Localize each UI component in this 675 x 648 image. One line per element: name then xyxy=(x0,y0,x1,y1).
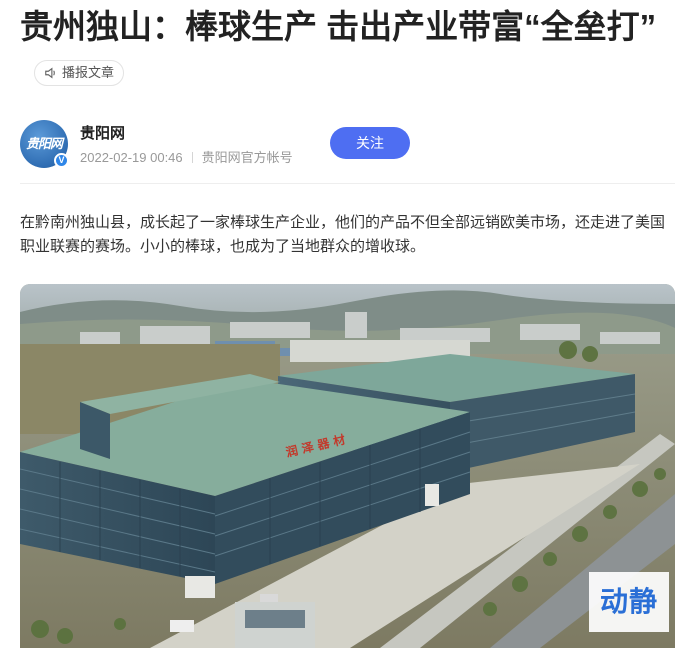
author-row: 贵阳网 V 贵阳网 2022-02-19 00:46 贵阳网官方帐号 关注 xyxy=(20,120,660,170)
post-date: 2022-02-19 00:46 xyxy=(80,150,183,165)
article-title-text: 贵州独山：棒球生产 击出产业带富“全垒打” xyxy=(20,8,657,45)
post-meta: 2022-02-19 00:46 贵阳网官方帐号 xyxy=(80,147,293,166)
verified-badge-icon: V xyxy=(54,153,69,168)
listen-article-label: 播报文章 xyxy=(62,65,115,80)
header-divider xyxy=(20,183,675,184)
meta-divider xyxy=(191,152,193,163)
speaker-icon xyxy=(45,67,55,79)
follow-button[interactable]: 关注 xyxy=(330,127,410,159)
factory-aerial-photo: 润 泽 器 材 xyxy=(20,284,675,648)
listen-article-button[interactable]: 播报文章 xyxy=(34,60,125,86)
watermark-logo: 动静 xyxy=(589,572,669,632)
article-title: 贵州独山：棒球生产 击出产业带富“全垒打” 播报文章 xyxy=(20,2,675,102)
article-photo[interactable]: 润 泽 器 材 动静 xyxy=(20,284,675,648)
avatar-logo-text: 贵阳网 xyxy=(25,136,63,151)
article-paragraph: 在黔南州独山县，成长起了一家棒球生产企业，他们的产品不但全部远销欧美市场，还走进… xyxy=(20,214,666,255)
author-name[interactable]: 贵阳网 xyxy=(80,122,125,143)
account-type: 贵阳网官方帐号 xyxy=(201,150,293,165)
